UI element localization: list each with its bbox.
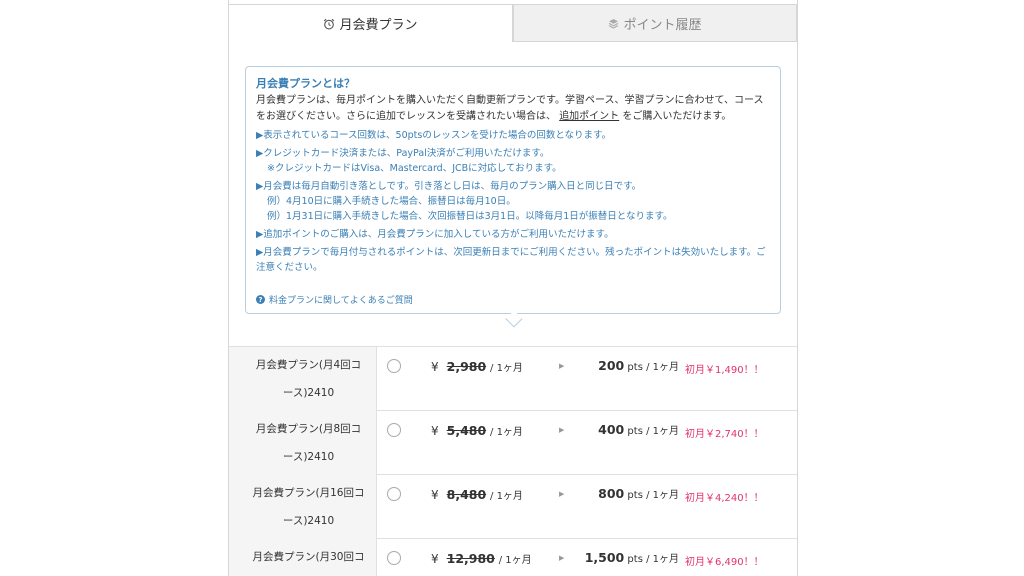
note-item: ▶追加ポイントのご購入は、月会費プランに加入している方がご利用いただけます。 [256,229,614,240]
note-item: ▶月会費は毎月自動引き落としです。引き落とし日は、毎月のプラン購入日と同じ日です… [256,181,673,222]
plan-name: 月会費プラン(月8回コース)2410 [229,411,377,475]
faq-link[interactable]: ? 料金プランに関してよくあるご質問 [256,293,413,306]
plan-name: 月会費プラン(月4回コース)2410 [229,347,377,411]
regular-price: ¥12,980 / 1ヶ月 [431,551,532,566]
arrow-right-icon: ▶ [559,490,565,498]
tab-bar: 月会費プラン ポイント履歴 [229,4,797,42]
note-item: ▶月会費プランで毎月付与されるポイントは、次回更新日までにご利用ください。残った… [256,247,766,273]
regular-price: ¥2,980 / 1ヶ月 [431,359,523,374]
first-month-promo: 初月￥4,240！！ [685,493,764,504]
arrow-right-icon: ▶ [559,426,565,434]
plan-row: 月会費プラン(月8回コース)2410 ¥5,480 / 1ヶ月 ▶ 400 pt… [229,411,797,475]
regular-price: ¥8,480 / 1ヶ月 [431,487,523,502]
note-item: ▶表示されているコース回数は、50ptsのレッスンを受けた場合の回数となります。 [256,130,612,141]
tab-label: 月会費プラン [339,18,418,33]
plan-row: 月会費プラン(月4回コース)2410 ¥2,980 / 1ヶ月 ▶ 200 pt… [229,347,797,411]
info-title: 月会費プランとは？ [256,77,355,90]
plan-row: 月会費プラン(月30回コー ¥12,980 / 1ヶ月 ▶ 1,500 pts … [229,539,797,576]
first-month-promo: 初月￥1,490！！ [685,365,764,376]
plan-radio[interactable] [387,423,401,437]
first-month-promo: 初月￥6,490！！ [685,557,764,568]
plan-points: 800 pts / 1ヶ月 [598,486,679,501]
plan-points: 400 pts / 1ヶ月 [598,422,679,437]
tab-point-history[interactable]: ポイント履歴 [513,4,797,42]
first-month-promo: 初月￥2,740！！ [685,429,764,440]
note-item: ▶クレジットカード決済または、PayPal決済がご利用いただけます。 ※クレジッ… [256,148,562,174]
arrow-right-icon: ▶ [559,554,565,562]
plan-radio[interactable] [387,551,401,565]
plan-name: 月会費プラン(月30回コー [229,539,377,576]
question-circle-icon: ? [256,295,265,304]
info-intro: 月会費プランは、毎月ポイントを購入いただく自動更新プランです。学習ペース、学習プ… [256,95,764,122]
plan-points: 1,500 pts / 1ヶ月 [584,550,679,565]
additional-points-link[interactable]: 追加ポイント [559,111,619,122]
tab-label: ポイント履歴 [623,17,702,33]
arrow-right-icon: ▶ [559,362,565,370]
plan-table: 月会費プラン(月4回コース)2410 ¥2,980 / 1ヶ月 ▶ 200 pt… [229,346,797,576]
plan-radio[interactable] [387,487,401,501]
plan-panel: 月会費プラン ポイント履歴 月会費プランとは？ 月会費プランは、毎月ポイントを購… [228,0,798,576]
regular-price: ¥5,480 / 1ヶ月 [431,423,523,438]
plan-row: 月会費プラン(月16回コース)2410 ¥8,480 / 1ヶ月 ▶ 800 p… [229,475,797,539]
plan-radio[interactable] [387,359,401,373]
plan-points: 200 pts / 1ヶ月 [598,358,679,373]
plan-info-box: 月会費プランとは？ 月会費プランは、毎月ポイントを購入いただく自動更新プランです… [245,66,781,314]
plan-name: 月会費プラン(月16回コース)2410 [229,475,377,539]
tab-monthly-plan[interactable]: 月会費プラン [229,4,513,42]
alarm-clock-icon [323,18,335,30]
coins-stack-icon [608,18,619,29]
